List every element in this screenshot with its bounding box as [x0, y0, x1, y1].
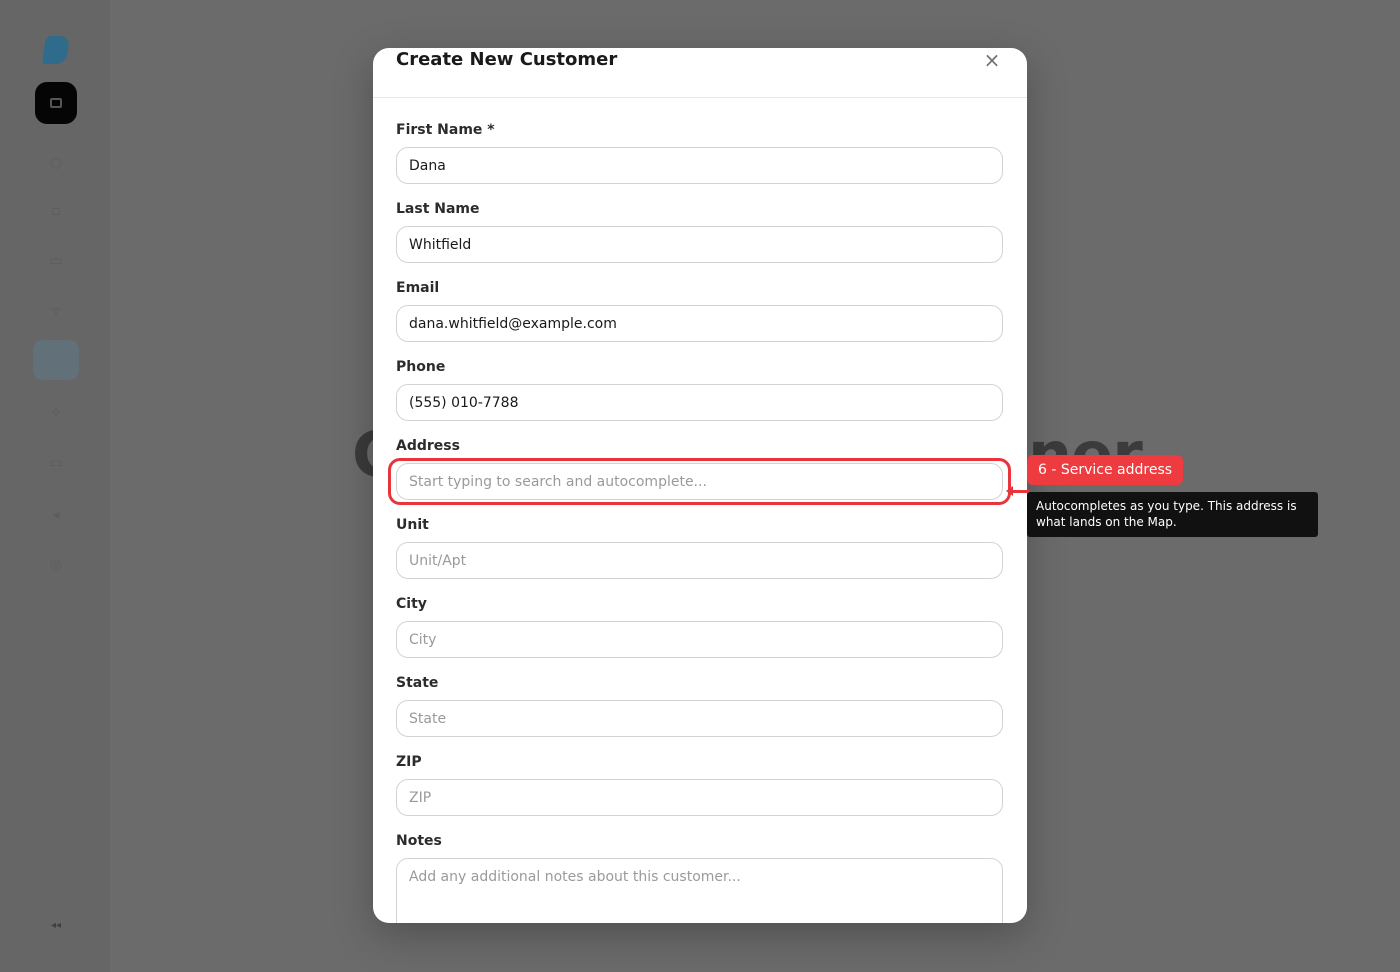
logo-icon	[42, 36, 70, 64]
email-field: Email	[396, 280, 1004, 342]
home-icon	[50, 98, 62, 108]
unit-label: Unit	[396, 517, 429, 533]
zip-input[interactable]	[396, 779, 1003, 816]
first-name-label: First Name *	[396, 122, 495, 138]
notes-textarea[interactable]	[396, 858, 1003, 923]
last-name-input[interactable]	[396, 226, 1003, 263]
inbox-icon: ▭	[49, 253, 63, 269]
create-customer-modal: Create New Customer × First Name * Last …	[373, 48, 1027, 923]
close-button[interactable]: ×	[981, 48, 1003, 72]
phone-field: Phone	[396, 359, 1004, 421]
address-field: Address	[388, 438, 1011, 505]
calendar-icon: ▫	[51, 203, 61, 219]
chat-icon: ▭	[49, 455, 63, 471]
city-label: City	[396, 596, 427, 612]
filter-icon: ▿	[52, 303, 60, 319]
first-name-field: First Name *	[396, 122, 1004, 184]
modal-title: Create New Customer	[396, 49, 618, 70]
first-name-input[interactable]	[396, 147, 1003, 184]
settings-icon: ◎	[49, 557, 63, 573]
close-icon: ×	[983, 48, 1001, 72]
last-name-label: Last Name	[396, 201, 480, 217]
zip-field: ZIP	[396, 754, 1004, 816]
send-icon: ◂	[52, 507, 60, 523]
state-label: State	[396, 675, 439, 691]
tour-step-badge: 6 - Service address	[1027, 455, 1184, 485]
map-icon: ✧	[50, 405, 62, 421]
app-sidebar: ○ ▫ ▭ ▿ ✧ ▭ ◂ ◎ ◂◂	[0, 0, 110, 972]
notes-label: Notes	[396, 833, 442, 849]
phone-input[interactable]	[396, 384, 1003, 421]
collapse-icon: ◂◂	[50, 919, 62, 931]
address-highlight	[388, 458, 1011, 505]
unit-field: Unit	[396, 517, 1004, 579]
address-label: Address	[396, 438, 460, 454]
state-input[interactable]	[396, 700, 1003, 737]
city-field: City	[396, 596, 1004, 658]
modal-header: Create New Customer ×	[373, 48, 1027, 98]
search-icon: ○	[49, 155, 63, 171]
tour-tooltip: Autocompletes as you type. This address …	[1027, 492, 1318, 537]
email-label: Email	[396, 280, 440, 296]
email-input[interactable]	[396, 305, 1003, 342]
phone-label: Phone	[396, 359, 446, 375]
address-autocomplete-input[interactable]	[396, 463, 1003, 500]
last-name-field: Last Name	[396, 201, 1004, 263]
city-input[interactable]	[396, 621, 1003, 658]
sidebar-item-customers	[33, 340, 79, 380]
modal-body: First Name * Last Name Email Phone Addre…	[373, 98, 1027, 923]
state-field: State	[396, 675, 1004, 737]
zip-label: ZIP	[396, 754, 422, 770]
notes-field: Notes	[396, 833, 1004, 923]
sidebar-item-home	[35, 82, 77, 124]
unit-input[interactable]	[396, 542, 1003, 579]
